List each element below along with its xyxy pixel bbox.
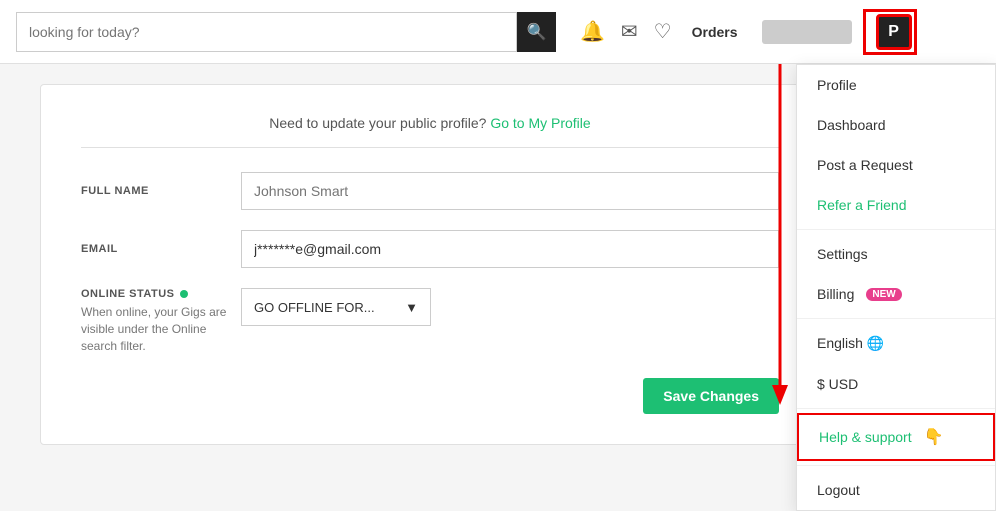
menu-item-dashboard-label: Dashboard	[817, 117, 886, 133]
search-icon: 🔍	[527, 22, 547, 42]
menu-item-post-request-label: Post a Request	[817, 157, 913, 173]
profile-btn-wrapper: P	[868, 14, 912, 50]
go-to-profile-link[interactable]: Go to My Profile	[490, 115, 590, 131]
billing-new-badge: NEW	[866, 288, 901, 301]
profile-notice-text: Need to update your public profile?	[269, 115, 486, 131]
email-label: EMAIL	[81, 243, 241, 255]
user-avatar-button[interactable]: P	[876, 14, 912, 50]
search-input[interactable]	[16, 12, 517, 52]
menu-item-settings-label: Settings	[817, 246, 868, 262]
mail-icon[interactable]: ✉	[621, 19, 638, 44]
divider-2	[797, 318, 995, 319]
menu-item-billing-label: Billing	[817, 286, 854, 302]
header-icons: 🔔 ✉ ♡ Orders P	[580, 14, 912, 50]
menu-item-post-request[interactable]: Post a Request	[797, 145, 995, 185]
online-dot	[180, 290, 188, 298]
status-dropdown-value: GO OFFLINE FOR...	[254, 300, 375, 315]
menu-item-profile[interactable]: Profile	[797, 65, 995, 105]
online-status-text: ONLINE STATUS	[81, 288, 174, 300]
menu-item-refer-friend[interactable]: Refer a Friend	[797, 185, 995, 225]
dropdown-menu: Profile Dashboard Post a Request Refer a…	[796, 64, 996, 511]
full-name-label: FULL NAME	[81, 185, 241, 197]
menu-item-refer-friend-label: Refer a Friend	[817, 197, 906, 213]
online-status-label-col: ONLINE STATUS When online, your Gigs are…	[81, 288, 241, 354]
menu-item-profile-label: Profile	[817, 77, 857, 93]
profile-notice: Need to update your public profile? Go t…	[81, 115, 779, 148]
notification-icon[interactable]: 🔔	[580, 19, 605, 44]
cursor-icon: 👇	[924, 427, 944, 447]
status-description: When online, your Gigs are visible under…	[81, 304, 241, 354]
divider-4	[797, 465, 995, 466]
email-input[interactable]	[241, 230, 779, 268]
search-button[interactable]: 🔍	[517, 12, 556, 52]
email-row: EMAIL	[81, 230, 779, 268]
content-box: Need to update your public profile? Go t…	[40, 84, 820, 445]
menu-item-logout[interactable]: Logout	[797, 470, 995, 510]
menu-item-help-label: Help & support	[819, 429, 912, 445]
orders-button[interactable]: Orders	[692, 24, 738, 40]
menu-item-currency-label: $ USD	[817, 376, 858, 392]
menu-item-help[interactable]: Help & support 👇	[797, 413, 995, 461]
online-status-row: ONLINE STATUS When online, your Gigs are…	[81, 288, 779, 354]
menu-item-billing[interactable]: Billing NEW	[797, 274, 995, 314]
username-blurred	[762, 20, 852, 44]
full-name-input[interactable]	[241, 172, 779, 210]
menu-item-language[interactable]: English 🌐	[797, 323, 995, 364]
heart-icon[interactable]: ♡	[654, 19, 672, 44]
header: 🔍 🔔 ✉ ♡ Orders P	[0, 0, 996, 64]
online-status-label: ONLINE STATUS	[81, 288, 241, 300]
menu-item-language-label: English 🌐	[817, 335, 884, 352]
menu-item-logout-label: Logout	[817, 482, 860, 498]
menu-item-currency[interactable]: $ USD	[797, 364, 995, 404]
save-changes-button[interactable]: Save Changes	[643, 378, 779, 414]
full-name-row: FULL NAME	[81, 172, 779, 210]
divider-3	[797, 408, 995, 409]
save-btn-row: Save Changes	[81, 378, 779, 414]
search-container: 🔍	[16, 12, 556, 52]
divider-1	[797, 229, 995, 230]
menu-item-dashboard[interactable]: Dashboard	[797, 105, 995, 145]
status-dropdown[interactable]: GO OFFLINE FOR... ▼	[241, 288, 431, 326]
chevron-down-icon: ▼	[405, 300, 418, 315]
menu-item-settings[interactable]: Settings	[797, 234, 995, 274]
